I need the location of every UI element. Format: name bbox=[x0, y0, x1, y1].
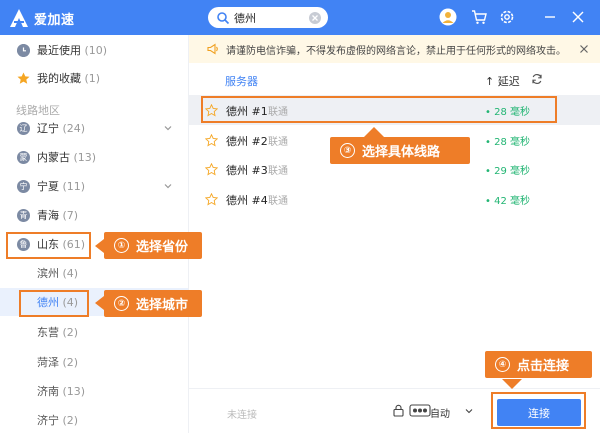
sidebar-item-qinghai[interactable]: 青 青海 (7) bbox=[0, 201, 188, 229]
callout-number: ④ bbox=[495, 357, 510, 372]
star-icon bbox=[17, 72, 30, 84]
city-count: (2) bbox=[62, 414, 79, 427]
city-item-dongying[interactable]: 东营 (2) bbox=[0, 318, 188, 346]
city-count: (2) bbox=[62, 356, 79, 369]
sidebar-item-label: 最近使用 bbox=[37, 44, 81, 57]
sidebar-item-count: (1) bbox=[84, 72, 101, 85]
callout-step2: ② 选择城市 bbox=[104, 290, 202, 317]
callout-text: 选择省份 bbox=[136, 240, 189, 255]
callout-number: ② bbox=[114, 296, 129, 311]
sidebar-item-count: (24) bbox=[62, 122, 86, 135]
server-latency: • 42 毫秒 bbox=[485, 196, 530, 207]
avatar-icon[interactable] bbox=[439, 8, 457, 26]
chevron-down-icon[interactable] bbox=[163, 123, 173, 133]
callout-step4: ④ 点击连接 bbox=[485, 351, 592, 378]
server-isp: 联通 bbox=[268, 196, 288, 207]
sidebar-item-count: (7) bbox=[62, 209, 79, 222]
callout-text: 点击连接 bbox=[517, 359, 570, 374]
sidebar-item-ningxia[interactable]: 宁 宁夏 (11) bbox=[0, 172, 188, 200]
city-item-heze[interactable]: 菏泽 (2) bbox=[0, 348, 188, 376]
callout-step3: ③ 选择具体线路 bbox=[330, 137, 470, 164]
city-count: (13) bbox=[62, 385, 86, 398]
notice-text: 请谨防电信诈骗，不得发布虚假的网络言论，禁止用于任何形式的网络攻击。 bbox=[226, 45, 566, 57]
highlight-city bbox=[19, 290, 89, 317]
callout-arrow bbox=[502, 379, 522, 389]
callout-text: 选择城市 bbox=[136, 298, 189, 313]
notice-close-icon[interactable] bbox=[579, 44, 589, 54]
city-label: 菏泽 bbox=[37, 356, 59, 369]
cart-icon[interactable] bbox=[470, 8, 488, 26]
city-count: (4) bbox=[62, 267, 79, 280]
callout-number: ③ bbox=[340, 143, 355, 158]
mode-icon bbox=[409, 404, 431, 417]
search-input[interactable]: 德州 bbox=[234, 10, 308, 26]
lock-icon[interactable] bbox=[392, 404, 405, 417]
close-icon[interactable] bbox=[569, 8, 587, 26]
favorite-star-icon[interactable] bbox=[205, 193, 218, 206]
city-item-jinan[interactable]: 济南 (13) bbox=[0, 377, 188, 405]
server-latency: • 29 毫秒 bbox=[485, 166, 530, 177]
city-count: (2) bbox=[62, 326, 79, 339]
sidebar-item-liaoning[interactable]: 辽 辽宁 (24) bbox=[0, 114, 188, 142]
app-logo-icon bbox=[10, 9, 28, 27]
server-name: 德州 #3 bbox=[226, 164, 268, 177]
sidebar-item-count: (11) bbox=[62, 180, 86, 193]
city-label: 滨州 bbox=[37, 267, 59, 280]
region-badge-icon: 宁 bbox=[17, 179, 30, 193]
minimize-icon[interactable] bbox=[541, 8, 559, 26]
title-bar: 爱加速 德州 bbox=[0, 0, 600, 35]
sidebar-item-count: (13) bbox=[73, 151, 97, 164]
callout-step1: ① 选择省份 bbox=[104, 232, 202, 259]
callout-number: ① bbox=[114, 238, 129, 253]
chevron-down-icon[interactable] bbox=[163, 181, 173, 191]
region-badge-icon: 辽 bbox=[17, 121, 30, 135]
server-isp: 联通 bbox=[268, 137, 288, 148]
server-list-header: 服务器 ↑ 延迟 bbox=[189, 63, 600, 95]
region-badge-icon: 青 bbox=[17, 208, 30, 222]
settings-icon[interactable] bbox=[498, 8, 516, 26]
sidebar-item-neimenggu[interactable]: 蒙 内蒙古 (13) bbox=[0, 143, 188, 171]
callout-text: 选择具体线路 bbox=[362, 145, 441, 160]
server-latency: • 28 毫秒 bbox=[485, 137, 530, 148]
region-badge-icon: 蒙 bbox=[17, 150, 30, 164]
callout-arrow bbox=[95, 239, 104, 253]
server-name: 德州 #2 bbox=[226, 135, 268, 148]
megaphone-icon bbox=[207, 43, 218, 55]
favorite-star-icon[interactable] bbox=[205, 134, 218, 147]
latency-sort-header[interactable]: ↑ 延迟 bbox=[485, 73, 520, 89]
highlight-server bbox=[201, 96, 557, 123]
favorite-star-icon[interactable] bbox=[205, 163, 218, 176]
server-row[interactable]: 德州 #4 联通 • 42 毫秒 bbox=[189, 184, 600, 214]
sidebar-item-favorites[interactable]: 我的收藏 (1) bbox=[0, 64, 188, 92]
refresh-icon[interactable] bbox=[531, 73, 543, 85]
clock-icon bbox=[17, 43, 30, 57]
chevron-down-icon[interactable] bbox=[465, 407, 473, 415]
search-box[interactable]: 德州 bbox=[208, 7, 328, 28]
city-item-jining[interactable]: 济宁 (2) bbox=[0, 406, 188, 433]
clear-search-icon[interactable] bbox=[308, 11, 322, 25]
server-isp: 联通 bbox=[268, 166, 288, 177]
callout-arrow bbox=[95, 296, 104, 310]
city-label: 济宁 bbox=[37, 414, 59, 427]
sidebar-item-count: (10) bbox=[84, 44, 108, 57]
mode-select[interactable]: 自动 bbox=[430, 405, 450, 420]
highlight-connect bbox=[491, 392, 586, 429]
server-column-header[interactable]: 服务器 bbox=[225, 73, 258, 89]
server-name: 德州 #4 bbox=[226, 194, 268, 207]
sidebar-item-label: 我的收藏 bbox=[37, 72, 81, 85]
sidebar-item-recent[interactable]: 最近使用 (10) bbox=[0, 36, 188, 64]
sidebar-item-label: 辽宁 bbox=[37, 122, 59, 135]
app-title: 爱加速 bbox=[34, 13, 75, 28]
city-label: 东营 bbox=[37, 326, 59, 339]
city-label: 济南 bbox=[37, 385, 59, 398]
highlight-province bbox=[6, 232, 91, 259]
city-item-binzhou[interactable]: 滨州 (4) bbox=[0, 259, 188, 287]
sidebar-item-label: 青海 bbox=[37, 209, 59, 222]
connection-status: 未连接 bbox=[227, 410, 257, 421]
sidebar-item-label: 内蒙古 bbox=[37, 151, 70, 164]
search-icon bbox=[217, 11, 230, 24]
callout-arrow bbox=[364, 127, 384, 137]
notice-bar: 请谨防电信诈骗，不得发布虚假的网络言论，禁止用于任何形式的网络攻击。 bbox=[189, 35, 600, 63]
sidebar-item-label: 宁夏 bbox=[37, 180, 59, 193]
